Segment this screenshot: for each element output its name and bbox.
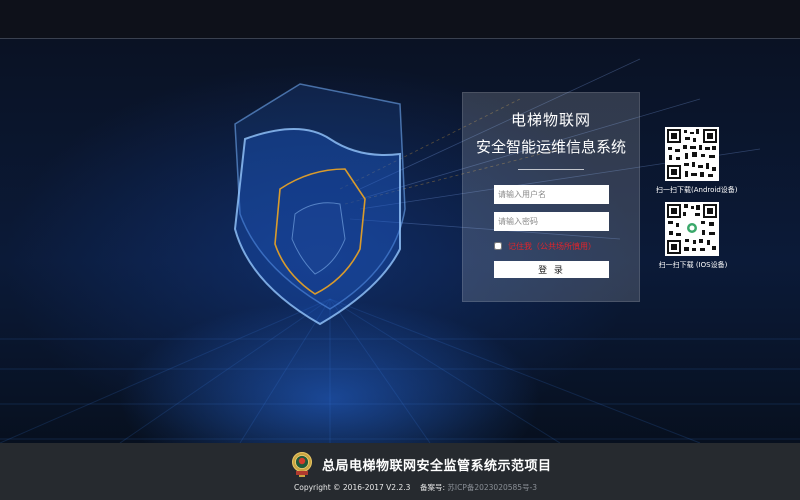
- android-download: 扫一扫下载(Android设备): [656, 127, 738, 195]
- footer-title: 总局电梯物联网安全监管系统示范项目: [322, 459, 552, 474]
- remember-me-checkbox[interactable]: [494, 242, 502, 250]
- footer-copyright-line: Copyright © 2016-2017 V2.2.3 备案号: 苏ICP备2…: [294, 482, 537, 493]
- copyright-text: Copyright © 2016-2017 V2.2.3: [294, 483, 411, 492]
- password-input[interactable]: [494, 212, 609, 231]
- qr-code-ios[interactable]: [665, 202, 719, 256]
- remember-me-label[interactable]: 记住我（公共场所慎用）: [508, 241, 596, 252]
- remember-me-row: 记住我（公共场所慎用）: [494, 239, 639, 253]
- login-panel: 电梯物联网 安全智能运维信息系统 记住我（公共场所慎用） 登 录: [462, 92, 640, 302]
- login-button[interactable]: 登 录: [494, 261, 609, 278]
- ios-download: 扫一扫下载 (IOS设备): [659, 202, 730, 270]
- login-title: 电梯物联网: [510, 111, 591, 129]
- ios-caption: 扫一扫下载 (IOS设备): [658, 261, 728, 269]
- android-caption: 扫一扫下载(Android设备): [656, 186, 738, 194]
- icp-label: 备案号:: [419, 483, 445, 492]
- top-bar: [0, 0, 800, 39]
- title-divider: [518, 169, 584, 170]
- username-input[interactable]: [494, 185, 609, 204]
- login-subtitle: 安全智能运维信息系统: [475, 138, 626, 156]
- icp-link[interactable]: 苏ICP备2023020585号-3: [447, 483, 537, 492]
- emblem-icon: [292, 452, 312, 477]
- shield-illustration: [233, 83, 406, 326]
- qr-code-android[interactable]: [665, 127, 719, 181]
